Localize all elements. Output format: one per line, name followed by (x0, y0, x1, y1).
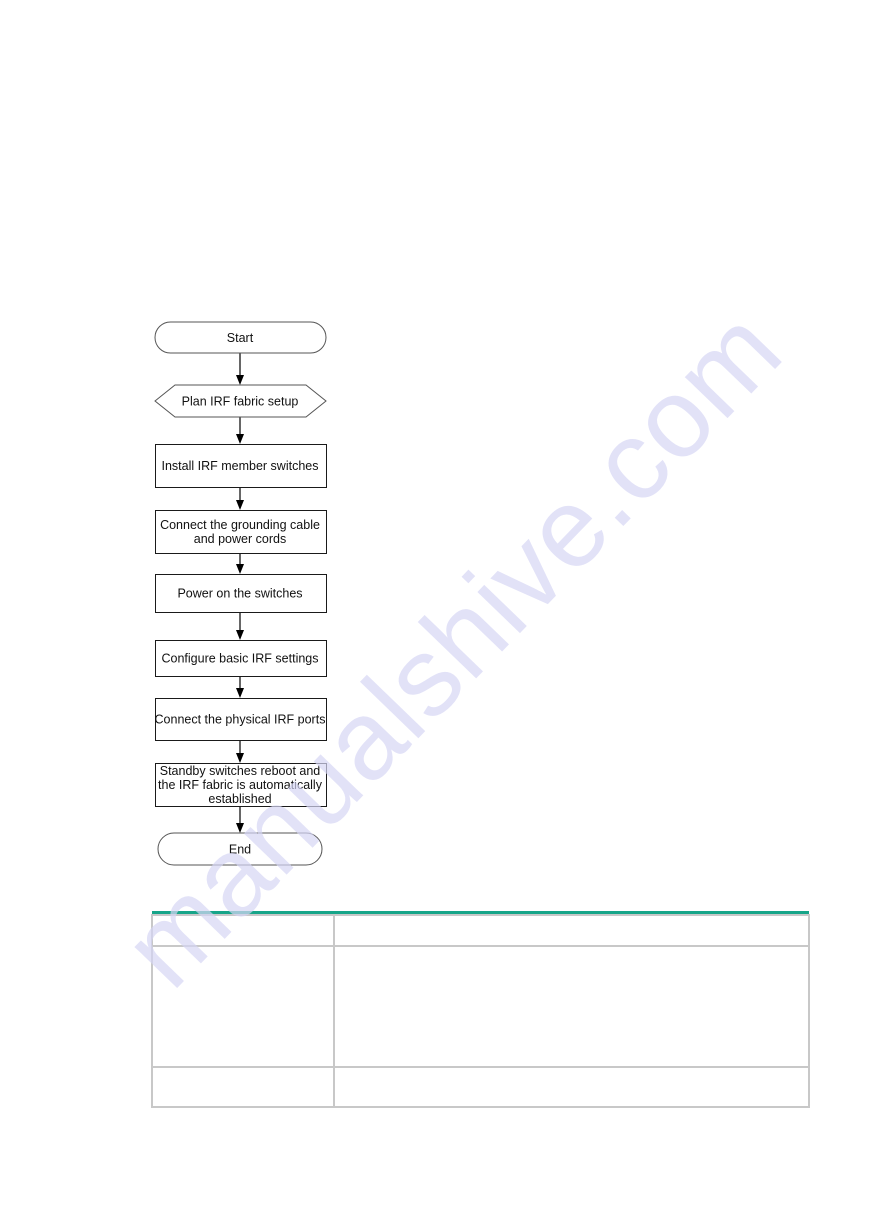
flowchart-step-label: the IRF fabric is automatically (158, 778, 323, 792)
flowchart-step-label: Connect the physical IRF ports (155, 713, 326, 727)
arrow-down-icon (236, 500, 244, 510)
arrow-down-icon (236, 564, 244, 574)
arrow-down-icon (236, 823, 244, 833)
flowchart-step-install: Install IRF member switches (155, 444, 327, 488)
flowchart-step-power: Power on the switches (155, 574, 327, 613)
arrow-down-icon (236, 375, 244, 385)
flowchart-step-start: Start (154, 321, 327, 354)
flowchart-step-label: Connect the grounding cable (160, 518, 320, 532)
table-cell (333, 945, 810, 1068)
table-cell (151, 914, 335, 947)
table-cell (151, 945, 335, 1068)
flowchart-step-label: Start (227, 331, 254, 345)
flowchart-step-label: Plan IRF fabric setup (182, 395, 299, 409)
flowchart-step-label: Configure basic IRF settings (161, 652, 318, 666)
flowchart-step-configure: Configure basic IRF settings (155, 640, 327, 677)
table-cell (151, 1066, 335, 1108)
flowchart-step-standby: Standby switches reboot andthe IRF fabri… (155, 763, 327, 807)
arrow-down-icon (236, 688, 244, 698)
table-cell (333, 1066, 810, 1108)
arrow-down-icon (236, 434, 244, 444)
flowchart-step-end: End (157, 832, 323, 866)
flowchart-step-label: established (208, 792, 271, 806)
table-row (151, 945, 810, 1068)
flowchart-nodes: Start Plan IRF fabric setup Install IRF me… (154, 321, 327, 866)
table-row (151, 914, 810, 947)
flowchart-step-label: Power on the switches (177, 587, 302, 601)
table-cell (333, 914, 810, 947)
flowchart-step-label: and power cords (194, 532, 286, 546)
flowchart-step-plan: Plan IRF fabric setup (154, 384, 327, 418)
flowchart-step-label: Install IRF member switches (162, 459, 319, 473)
flowchart-step-connect-ports: Connect the physical IRF ports (155, 698, 327, 741)
arrow-down-icon (236, 630, 244, 640)
flowchart-step-label: End (229, 843, 251, 857)
flowchart-step-label: Standby switches reboot and (160, 764, 321, 778)
arrow-down-icon (236, 753, 244, 763)
flowchart-step-ground: Connect the grounding cableand power cor… (155, 510, 327, 554)
info-table (151, 911, 810, 1108)
table-row (151, 1066, 810, 1108)
